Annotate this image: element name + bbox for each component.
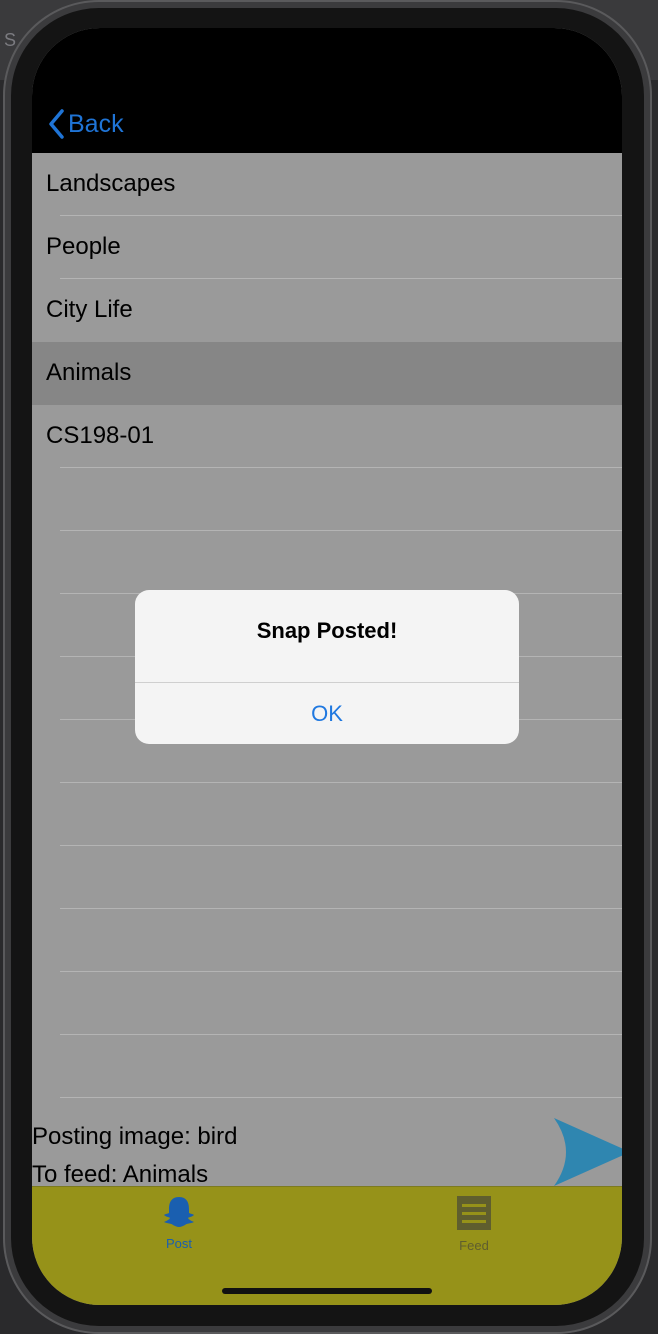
posting-info: Posting image: bird To feed: Animals (32, 1118, 237, 1194)
list-icon (457, 1196, 491, 1230)
empty-list-row (32, 1035, 622, 1098)
tab-post-label: Post (165, 1236, 192, 1251)
chevron-left-icon (49, 109, 64, 139)
alert-title: Snap Posted! (256, 618, 398, 643)
posting-image-label: Posting image: bird (32, 1123, 238, 1150)
empty-list-row (32, 531, 622, 594)
back-button[interactable]: Back (48, 104, 124, 144)
tab-post[interactable]: Post (119, 1195, 239, 1251)
back-button-label: Back (68, 109, 124, 138)
phone-screen: Back Landscapes People City Life Animals CS1… (32, 28, 622, 1305)
list-item-label: People (46, 233, 121, 260)
tab-feed-label: Feed (459, 1238, 489, 1253)
list-item[interactable]: City Life (32, 279, 622, 342)
alert-dialog: Snap Posted! OK (135, 590, 519, 744)
ghost-icon (164, 1197, 194, 1227)
empty-list-row (32, 972, 622, 1035)
list-item-label: Landscapes (46, 170, 176, 197)
list-item[interactable]: People (32, 216, 622, 279)
backdrop-letter: S (4, 30, 17, 50)
empty-list-row (32, 846, 622, 909)
list-item[interactable]: CS198-01 (32, 405, 622, 468)
notch (164, 28, 492, 74)
list-item[interactable]: Animals (32, 342, 622, 405)
tab-feed[interactable]: Feed (414, 1195, 534, 1253)
home-indicator (222, 1288, 432, 1294)
list-item-label: City Life (46, 296, 133, 323)
list-item-label: CS198-01 (46, 422, 155, 449)
row-separator (60, 1097, 622, 1098)
list-item-label: Animals (46, 359, 132, 386)
send-icon[interactable] (552, 1116, 622, 1188)
empty-list-row (32, 783, 622, 846)
empty-list-row (32, 468, 622, 531)
empty-list-row (32, 909, 622, 972)
list-item[interactable]: Landscapes (32, 153, 622, 216)
alert-ok-button[interactable]: OK (135, 683, 519, 744)
